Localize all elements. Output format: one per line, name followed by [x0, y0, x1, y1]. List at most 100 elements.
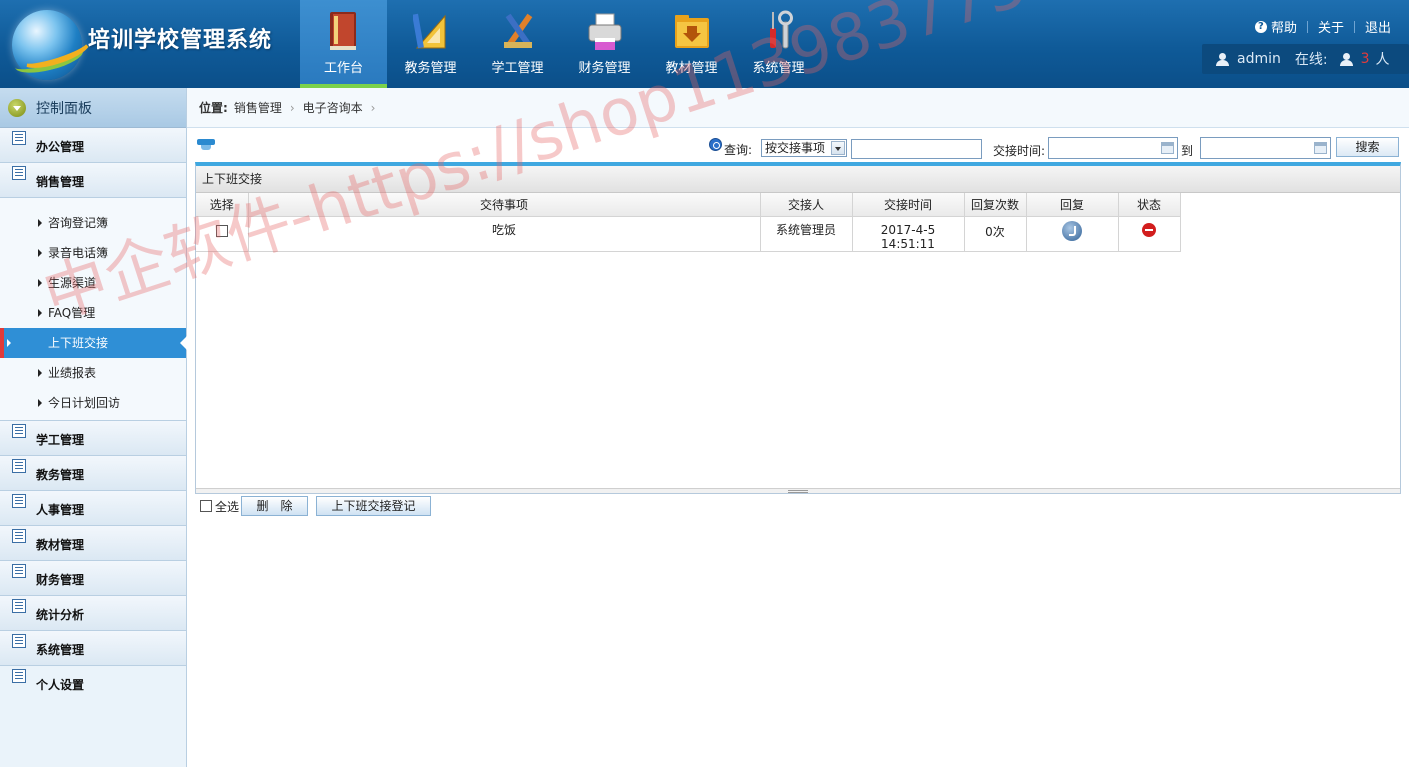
list-icon — [12, 529, 26, 543]
sidebar-group-office[interactable]: 办公管理 — [0, 128, 186, 163]
breadcrumb-item[interactable]: 销售管理 — [234, 99, 282, 116]
list-icon — [12, 459, 26, 473]
list-icon — [12, 424, 26, 438]
nav-workbench[interactable]: 工作台 — [300, 0, 387, 88]
status-cell — [1118, 216, 1181, 252]
column-header[interactable]: 回复 — [1026, 193, 1119, 217]
select-cell — [196, 216, 249, 252]
column-header[interactable]: 交接时间 — [852, 193, 965, 217]
calendar-icon[interactable] — [1161, 142, 1174, 154]
nav-academic[interactable]: 教务管理 — [387, 0, 474, 88]
handover-table: 选择 交待事项 交接人 交接时间 回复次数 回复 状态 吃饭 系统管理员 201… — [196, 193, 1181, 252]
divider — [1353, 20, 1355, 33]
select-value: 按交接事项 — [765, 141, 826, 155]
select-all-checkbox[interactable] — [200, 500, 212, 512]
pencil-ruler-icon — [504, 13, 533, 49]
help-icon: ? — [1254, 20, 1267, 33]
header-right: ? 帮助 关于 退出 admin 在线: 3 人 — [1200, 0, 1409, 88]
calendar-icon[interactable] — [1314, 142, 1327, 154]
grid-resize-handle[interactable] — [196, 488, 1400, 493]
divider — [1306, 20, 1308, 33]
search-input[interactable] — [851, 139, 982, 159]
select-all-label: 全选 — [215, 499, 240, 514]
search-button[interactable]: 搜索 — [1336, 137, 1399, 157]
sales-submenu: 咨询登记簿 录音电话簿 生源渠道 FAQ管理 上下班交接 业绩报表 今日计划回访 — [0, 198, 187, 421]
list-icon — [12, 564, 26, 578]
column-header[interactable]: 交接人 — [760, 193, 853, 217]
sidebar-item-shift-handover[interactable]: 上下班交接 — [0, 328, 187, 358]
column-header[interactable]: 选择 — [196, 193, 249, 217]
sidebar-item-faq[interactable]: FAQ管理 — [0, 298, 186, 328]
sidebar-item-label: 咨询登记簿 — [48, 216, 109, 230]
top-nav: 工作台 教务管理 学工管理 财务管理 教材管理 系统管理 — [300, 0, 822, 88]
user-icon — [1216, 52, 1229, 66]
logout-link[interactable]: 退出 — [1365, 17, 1391, 36]
collapse-arrow-icon — [8, 98, 26, 117]
help-link[interactable]: 帮助 — [1271, 17, 1297, 36]
breadcrumb-item[interactable]: 电子咨询本 — [303, 99, 363, 116]
reply-cell — [1026, 216, 1119, 252]
sidebar-group-sales[interactable]: 销售管理 — [0, 163, 186, 198]
status-stop-icon[interactable] — [1142, 222, 1156, 237]
list-icon — [12, 166, 26, 180]
sidebar-group-hr[interactable]: 人事管理 — [0, 491, 186, 526]
sidebar-item-label: 业绩报表 — [48, 366, 97, 380]
end-date-input[interactable] — [1200, 137, 1331, 159]
breadcrumb-separator: › — [289, 100, 295, 115]
sidebar-item-student-source[interactable]: 生源渠道 — [0, 268, 186, 298]
sidebar-group-label: 系统管理 — [36, 643, 85, 657]
nav-student-affairs[interactable]: 学工管理 — [474, 0, 561, 88]
start-date-input[interactable] — [1048, 137, 1178, 159]
column-header[interactable]: 交待事项 — [248, 193, 761, 217]
column-header[interactable]: 回复次数 — [964, 193, 1027, 217]
sidebar-group-label: 销售管理 — [36, 175, 85, 189]
handover-register-button[interactable]: 上下班交接登记 — [316, 496, 432, 516]
sidebar-group-personal[interactable]: 个人设置 — [0, 666, 186, 701]
online-user-icon — [1339, 52, 1353, 66]
handover-time-label: 交接时间: — [993, 144, 1046, 158]
about-link[interactable]: 关于 — [1318, 17, 1344, 36]
nav-label: 财务管理 — [578, 61, 631, 76]
nav-system[interactable]: 系统管理 — [735, 0, 822, 88]
sidebar-group-materials[interactable]: 教材管理 — [0, 526, 186, 561]
row-checkbox[interactable] — [215, 224, 228, 237]
username: admin — [1237, 51, 1281, 67]
sidebar-item-phone-recording[interactable]: 录音电话簿 — [0, 238, 186, 268]
tools-icon — [770, 10, 793, 49]
list-icon — [12, 634, 26, 648]
sidebar-item-label: FAQ管理 — [48, 306, 96, 320]
sidebar: 控制面板 办公管理 销售管理 咨询登记簿 录音电话簿 生源渠道 FAQ管理 上下… — [0, 88, 187, 767]
reply-count-cell: 0次 — [964, 216, 1027, 252]
sidebar-item-today-visits[interactable]: 今日计划回访 — [0, 388, 186, 418]
sidebar-group-finance[interactable]: 财务管理 — [0, 561, 186, 596]
breadcrumb-label: 位置: — [199, 101, 228, 115]
sidebar-group-system[interactable]: 系统管理 — [0, 631, 186, 666]
nav-finance[interactable]: 财务管理 — [561, 0, 648, 88]
grid-actions: 全选 删 除 上下班交接登记 — [198, 495, 439, 517]
sidebar-group-academic[interactable]: 教务管理 — [0, 456, 186, 491]
column-header[interactable]: 状态 — [1118, 193, 1181, 217]
sidebar-group-student-affairs[interactable]: 学工管理 — [0, 421, 186, 456]
nav-label: 教务管理 — [404, 61, 457, 76]
sidebar-group-statistics[interactable]: 统计分析 — [0, 596, 186, 631]
table-header-row: 选择 交待事项 交接人 交接时间 回复次数 回复 状态 — [196, 193, 1181, 217]
sidebar-group-label: 办公管理 — [36, 140, 85, 154]
sidebar-item-performance-report[interactable]: 业绩报表 — [0, 358, 186, 388]
reply-icon[interactable] — [1062, 220, 1082, 241]
online-count: 3 — [1360, 51, 1370, 67]
control-panel-header[interactable]: 控制面板 — [0, 88, 186, 128]
nav-materials[interactable]: 教材管理 — [648, 0, 735, 88]
nav-label: 系统管理 — [752, 61, 805, 76]
item-cell: 吃饭 — [248, 216, 761, 252]
table-row[interactable]: 吃饭 系统管理员 2017-4-5 14:51:11 0次 — [196, 216, 1181, 252]
sidebar-item-label: 今日计划回访 — [48, 396, 121, 410]
sidebar-item-label: 上下班交接 — [48, 336, 109, 350]
online-unit: 人 — [1375, 52, 1390, 68]
ruler-triangle-icon — [413, 13, 446, 49]
sidebar-item-consult-register[interactable]: 咨询登记簿 — [0, 208, 186, 238]
sidebar-item-label: 生源渠道 — [48, 276, 97, 290]
sidebar-group-label: 财务管理 — [36, 573, 85, 587]
user-bar: admin 在线: 3 人 — [1202, 44, 1409, 74]
query-field-select[interactable]: 按交接事项 — [761, 139, 847, 157]
delete-button[interactable]: 删 除 — [241, 496, 309, 516]
